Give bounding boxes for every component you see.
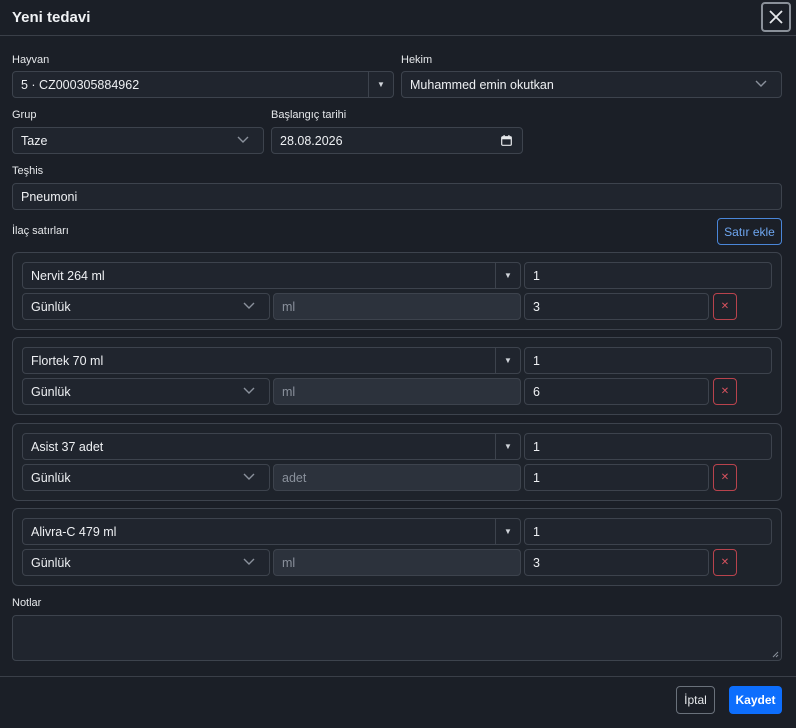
- unit-field: ml: [273, 549, 521, 576]
- qty-value: 1: [533, 439, 540, 454]
- diagnosis-label: Teşhis: [12, 165, 44, 177]
- days-value: 3: [533, 555, 540, 570]
- notes-label: Notlar: [12, 597, 42, 609]
- frequency-value: Günlük: [31, 299, 71, 314]
- add-row-button[interactable]: Satır ekle: [717, 218, 782, 245]
- unit-field: ml: [273, 378, 521, 405]
- delete-row-button[interactable]: ✕: [713, 464, 737, 491]
- drug-lines-label: İlaç satırları: [12, 225, 69, 237]
- start-date-value: 28.08.2026: [280, 133, 343, 148]
- qty-input[interactable]: 1: [524, 433, 772, 460]
- days-input[interactable]: 6: [524, 378, 709, 405]
- days-value: 3: [533, 299, 540, 314]
- drug-select[interactable]: Nervit 264 ml ▼: [22, 262, 521, 289]
- unit-field: adet: [273, 464, 521, 491]
- caret-down-icon[interactable]: ▼: [368, 72, 393, 97]
- animal-value: 5 · CZ000305884962: [21, 77, 140, 92]
- caret-down-icon[interactable]: ▼: [495, 263, 520, 288]
- modal-header: Yeni tedavi: [0, 0, 796, 36]
- drug-select[interactable]: Flortek 70 ml ▼: [22, 347, 521, 374]
- unit-value: adet: [282, 470, 307, 485]
- delete-row-button[interactable]: ✕: [713, 549, 737, 576]
- vet-label: Hekim: [401, 54, 433, 66]
- modal-title: Yeni tedavi: [12, 9, 91, 26]
- save-button[interactable]: Kaydet: [729, 686, 782, 714]
- vet-select[interactable]: Muhammed emin okutkan: [401, 71, 782, 98]
- drug-value: Flortek 70 ml: [31, 353, 104, 368]
- diagnosis-input[interactable]: Pneumoni: [12, 183, 782, 210]
- chevron-down-icon: [755, 80, 767, 87]
- frequency-select[interactable]: Günlük: [22, 464, 270, 491]
- cancel-button[interactable]: İptal: [676, 686, 715, 714]
- frequency-select[interactable]: Günlük: [22, 293, 270, 320]
- chevron-down-icon: [243, 387, 255, 394]
- frequency-select[interactable]: Günlük: [22, 549, 270, 576]
- qty-input[interactable]: 1: [524, 262, 772, 289]
- notes-textarea[interactable]: [12, 615, 782, 661]
- qty-value: 1: [533, 524, 540, 539]
- group-label: Grup: [12, 109, 37, 121]
- qty-value: 1: [533, 353, 540, 368]
- frequency-value: Günlük: [31, 384, 71, 399]
- days-input[interactable]: 3: [524, 549, 709, 576]
- unit-value: ml: [282, 555, 296, 570]
- chevron-down-icon: [243, 558, 255, 565]
- caret-down-icon[interactable]: ▼: [495, 434, 520, 459]
- caret-down-icon[interactable]: ▼: [495, 348, 520, 373]
- treatment-modal: Yeni tedavi Hayvan 5 · CZ000305884962 ▼ …: [0, 0, 796, 728]
- unit-field: ml: [273, 293, 521, 320]
- times-icon: ✕: [720, 386, 730, 397]
- drug-value: Nervit 264 ml: [31, 268, 105, 283]
- times-icon: ✕: [720, 472, 730, 483]
- diagnosis-value: Pneumoni: [21, 189, 78, 204]
- drug-value: Alivra-C 479 ml: [31, 524, 117, 539]
- qty-input[interactable]: 1: [524, 518, 772, 545]
- chevron-down-icon: [243, 302, 255, 309]
- resize-grip-icon[interactable]: [772, 651, 779, 658]
- drug-select[interactable]: Alivra-C 479 ml ▼: [22, 518, 521, 545]
- group-value: Taze: [21, 133, 48, 148]
- animal-label: Hayvan: [12, 54, 50, 66]
- days-input[interactable]: 1: [524, 464, 709, 491]
- qty-value: 1: [533, 268, 540, 283]
- drug-value: Asist 37 adet: [31, 439, 104, 454]
- days-value: 6: [533, 384, 540, 399]
- days-value: 1: [533, 470, 540, 485]
- calendar-icon[interactable]: [501, 135, 512, 146]
- unit-value: ml: [282, 299, 296, 314]
- start-date-label: Başlangıç tarihi: [271, 109, 347, 121]
- group-select[interactable]: Taze: [12, 127, 264, 154]
- days-input[interactable]: 3: [524, 293, 709, 320]
- drug-select[interactable]: Asist 37 adet ▼: [22, 433, 521, 460]
- unit-value: ml: [282, 384, 296, 399]
- times-icon: ✕: [720, 301, 730, 312]
- times-icon: ✕: [720, 557, 730, 568]
- delete-row-button[interactable]: ✕: [713, 378, 737, 405]
- qty-input[interactable]: 1: [524, 347, 772, 374]
- frequency-select[interactable]: Günlük: [22, 378, 270, 405]
- chevron-down-icon: [237, 136, 249, 143]
- frequency-value: Günlük: [31, 555, 71, 570]
- frequency-value: Günlük: [31, 470, 71, 485]
- delete-row-button[interactable]: ✕: [713, 293, 737, 320]
- start-date-input[interactable]: 28.08.2026: [271, 127, 523, 154]
- chevron-down-icon: [243, 473, 255, 480]
- caret-down-icon[interactable]: ▼: [495, 519, 520, 544]
- animal-select[interactable]: 5 · CZ000305884962 ▼: [12, 71, 394, 98]
- vet-value: Muhammed emin okutkan: [410, 77, 554, 92]
- close-button[interactable]: [761, 2, 791, 32]
- close-icon: [769, 10, 783, 24]
